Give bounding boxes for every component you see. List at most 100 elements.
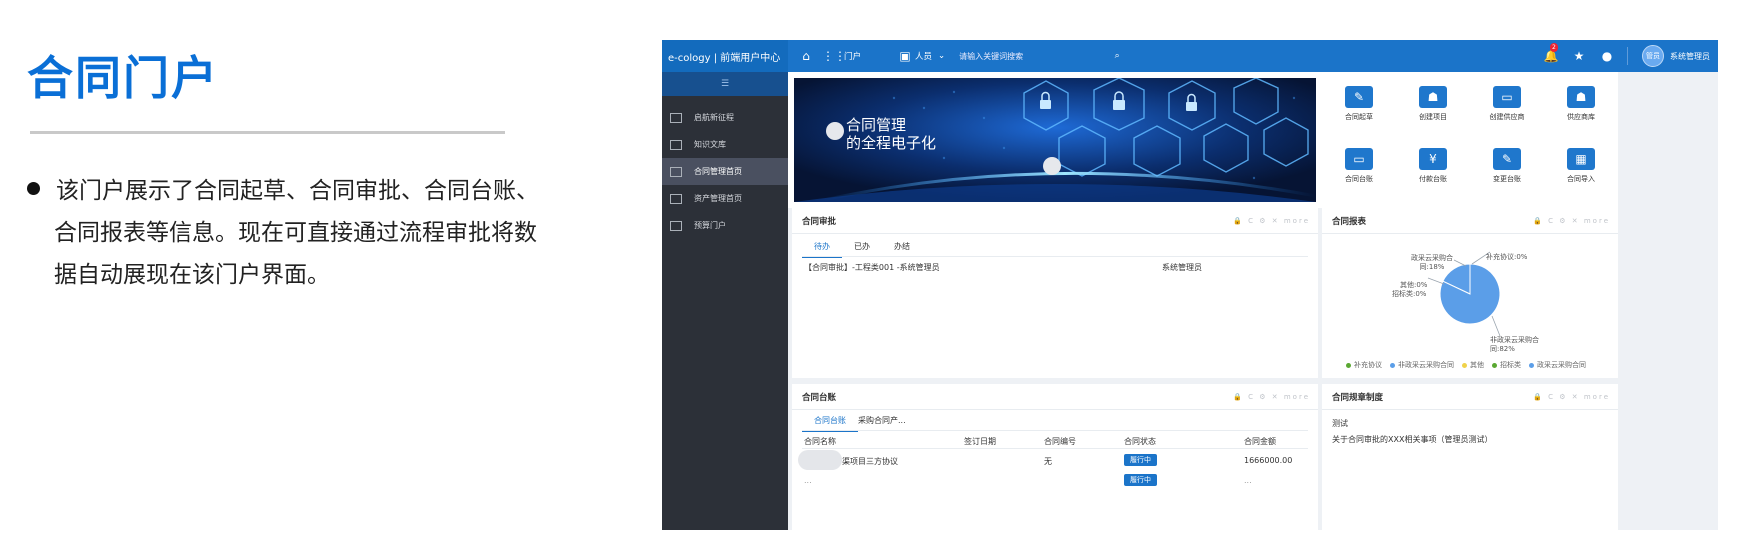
panel-controls[interactable]: 🔒 C ⚙ ✕ more	[1233, 217, 1310, 225]
supplier-library-icon: ☗	[1567, 86, 1595, 108]
grid-icon: ⋮⋮	[822, 49, 846, 63]
divider	[802, 430, 1308, 431]
quick-link-payment-ledger[interactable]: ¥ 付款台账	[1398, 148, 1468, 184]
legend-swatch	[1390, 362, 1395, 368]
pie-label-gov-cloud: 政采云采购合同:18%	[1411, 254, 1453, 271]
legend-label: 其他	[1470, 361, 1484, 369]
quick-link-label: 变更台账	[1493, 175, 1521, 183]
desc-line-1: 该门户展示了合同起草、合同审批、合同台账、	[56, 178, 539, 204]
bullet-icon	[27, 182, 40, 195]
contract-import-icon: ▦	[1567, 148, 1595, 170]
chart-legend: 补充协议 非政采云采购合同 其他 招标类 政采云采购合同	[1346, 360, 1594, 370]
legend-item[interactable]: 政采云采购合同	[1529, 360, 1586, 370]
sidebar-item-label: 合同管理首页	[694, 167, 742, 176]
banner-bullet	[826, 122, 844, 140]
menu-toggle[interactable]: ☰	[662, 72, 788, 96]
quick-link-label: 付款台账	[1419, 175, 1447, 183]
quick-link-label: 合同台账	[1345, 175, 1373, 183]
sidebar-item-label: 知识文库	[694, 140, 726, 149]
rules-item-1[interactable]: 测试	[1332, 418, 1348, 429]
notification-button[interactable]: 🔔 2	[1544, 43, 1561, 63]
table-row-amount: ...	[1244, 476, 1252, 485]
desc-line-2: 合同报表等信息。现在可直接通过流程审批将数	[54, 220, 537, 246]
quick-link-contract-import[interactable]: ▦ 合同导入	[1546, 148, 1616, 184]
sidebar-item-asset-home[interactable]: 资产管理首页	[662, 185, 788, 212]
redacted-blur	[798, 450, 842, 470]
approval-row-subject[interactable]: 【合同审批】-工程类001 -系统管理员	[804, 262, 940, 273]
create-supplier-icon: ▭	[1493, 86, 1521, 108]
panel-controls[interactable]: 🔒 C ⚙ ✕ more	[1533, 217, 1610, 225]
payment-ledger-icon: ¥	[1419, 148, 1447, 170]
notification-count: 2	[1550, 43, 1558, 52]
people-label: 人员	[915, 52, 933, 62]
sidebar-item-voyage[interactable]: 启航新征程	[662, 104, 788, 131]
avatar[interactable]: 管员	[1642, 45, 1664, 67]
legend-item[interactable]: 其他	[1462, 360, 1484, 370]
quick-link-label: 合同导入	[1567, 175, 1595, 183]
status-badge: 履行中	[1124, 454, 1157, 466]
contract-draft-icon: ✎	[1345, 86, 1373, 108]
top-bar-right: 🔔 2 ★ ● 管员 系统管理员	[1533, 40, 1718, 72]
layout-icon	[670, 166, 682, 177]
pie-chart[interactable]	[1322, 236, 1618, 366]
legend-item[interactable]: 招标类	[1492, 360, 1521, 370]
home-button[interactable]: ⌂	[800, 49, 816, 63]
legend-item[interactable]: 补充协议	[1346, 360, 1382, 370]
ledger-panel: 合同台账 🔒 C ⚙ ✕ more 合同台账 采购合同产... 合同名称 签订日…	[792, 384, 1318, 530]
report-panel: 合同报表 🔒 C ⚙ ✕ more 政采云采购合同:18% 补充协议:0% 其他…	[1322, 208, 1618, 378]
slide-title: 合同门户	[27, 51, 219, 105]
rules-item-2[interactable]: 关于合同审批的XXX相关事项（管理员测试）	[1332, 434, 1492, 445]
people-icon: ▣	[899, 49, 911, 63]
banner-line-2: 的全程电子化	[846, 134, 937, 152]
messages-button[interactable]: ●	[1601, 49, 1617, 63]
sidebar-item-knowledge[interactable]: 知识文库	[662, 131, 788, 158]
quick-link-contract-draft[interactable]: ✎ 合同起草	[1324, 86, 1394, 122]
quick-links-panel: ✎ 合同起草 ☗ 创建项目 ▭ 创建供应商 ☗ 供应商库 ▭ 合同台账 ¥ 付款台账 ✎ 变更…	[1322, 72, 1618, 208]
quick-link-label: 创建供应商	[1489, 113, 1525, 121]
sidebar-item-contract-home[interactable]: 合同管理首页	[662, 158, 788, 185]
pie-label-non-gov-cloud: 非政采云采购合同:82%	[1490, 336, 1539, 353]
divider	[1627, 47, 1628, 65]
table-row-name[interactable]: ...	[804, 476, 812, 485]
slide: 合同门户 该门户展示了合同起草、合同审批、合同台账、 合同报表等信息。现在可直接…	[0, 0, 1741, 555]
sidebar-item-budget[interactable]: 预算门户	[662, 212, 788, 239]
board-icon	[670, 193, 682, 204]
search-input[interactable]: 请输入关键词搜索	[959, 51, 1099, 62]
quick-link-create-supplier[interactable]: ▭ 创建供应商	[1472, 86, 1542, 122]
legend-label: 补充协议	[1354, 361, 1382, 369]
col-header-number: 合同编号	[1044, 437, 1076, 446]
banner-text: 合同管理 的全程电子化	[846, 116, 936, 152]
col-header-amount: 合同金额	[1244, 437, 1276, 446]
quick-link-change-ledger[interactable]: ✎ 变更台账	[1472, 148, 1542, 184]
table-icon	[670, 220, 682, 231]
portal-label: 门户	[844, 52, 862, 62]
slide-description: 该门户展示了合同起草、合同审批、合同台账、 合同报表等信息。现在可直接通过流程审…	[27, 170, 587, 296]
quick-link-contract-ledger[interactable]: ▭ 合同台账	[1324, 148, 1394, 184]
search-button[interactable]: ⌕	[1111, 50, 1127, 62]
quick-link-label: 创建项目	[1419, 113, 1447, 121]
portal-menu[interactable]: ⋮⋮ 门户	[822, 49, 862, 63]
sidebar-item-label: 预算门户	[694, 221, 726, 230]
people-selector[interactable]: ▣ 人员 ⌄	[899, 49, 945, 63]
top-bar: e-cology | 前端用户中心 ⌂ ⋮⋮ 门户 ▣ 人员 ⌄ 请输入关键词搜索 ⌕…	[662, 40, 1718, 72]
quick-link-label: 供应商库	[1567, 113, 1595, 121]
status-badge: 履行中	[1124, 474, 1157, 486]
quick-link-supplier-library[interactable]: ☗ 供应商库	[1546, 86, 1616, 122]
table-row-name[interactable]: 渠项目三方协议	[842, 456, 898, 467]
pie-label-supplement: 补充协议:0%	[1486, 253, 1528, 261]
create-project-icon: ☗	[1419, 86, 1447, 108]
pie-label-tender: 招标类:0%	[1392, 290, 1427, 298]
desc-line-3: 据自动展现在该门户界面。	[54, 262, 330, 288]
brand[interactable]: e-cology | 前端用户中心	[662, 40, 788, 72]
banner[interactable]: 合同管理 的全程电子化	[794, 78, 1316, 202]
panel-controls[interactable]: 🔒 C ⚙ ✕ more	[1533, 393, 1610, 401]
quick-link-create-project[interactable]: ☗ 创建项目	[1398, 86, 1468, 122]
legend-item[interactable]: 非政采云采购合同	[1390, 360, 1454, 370]
col-header-name: 合同名称	[804, 437, 836, 446]
favorites-button[interactable]: ★	[1573, 49, 1589, 63]
divider	[802, 448, 1308, 449]
portal-screenshot: e-cology | 前端用户中心 ⌂ ⋮⋮ 门户 ▣ 人员 ⌄ 请输入关键词搜索 ⌕…	[662, 40, 1718, 530]
change-ledger-icon: ✎	[1493, 148, 1521, 170]
user-name[interactable]: 系统管理员	[1670, 51, 1710, 62]
panel-controls[interactable]: 🔒 C ⚙ ✕ more	[1233, 393, 1310, 401]
